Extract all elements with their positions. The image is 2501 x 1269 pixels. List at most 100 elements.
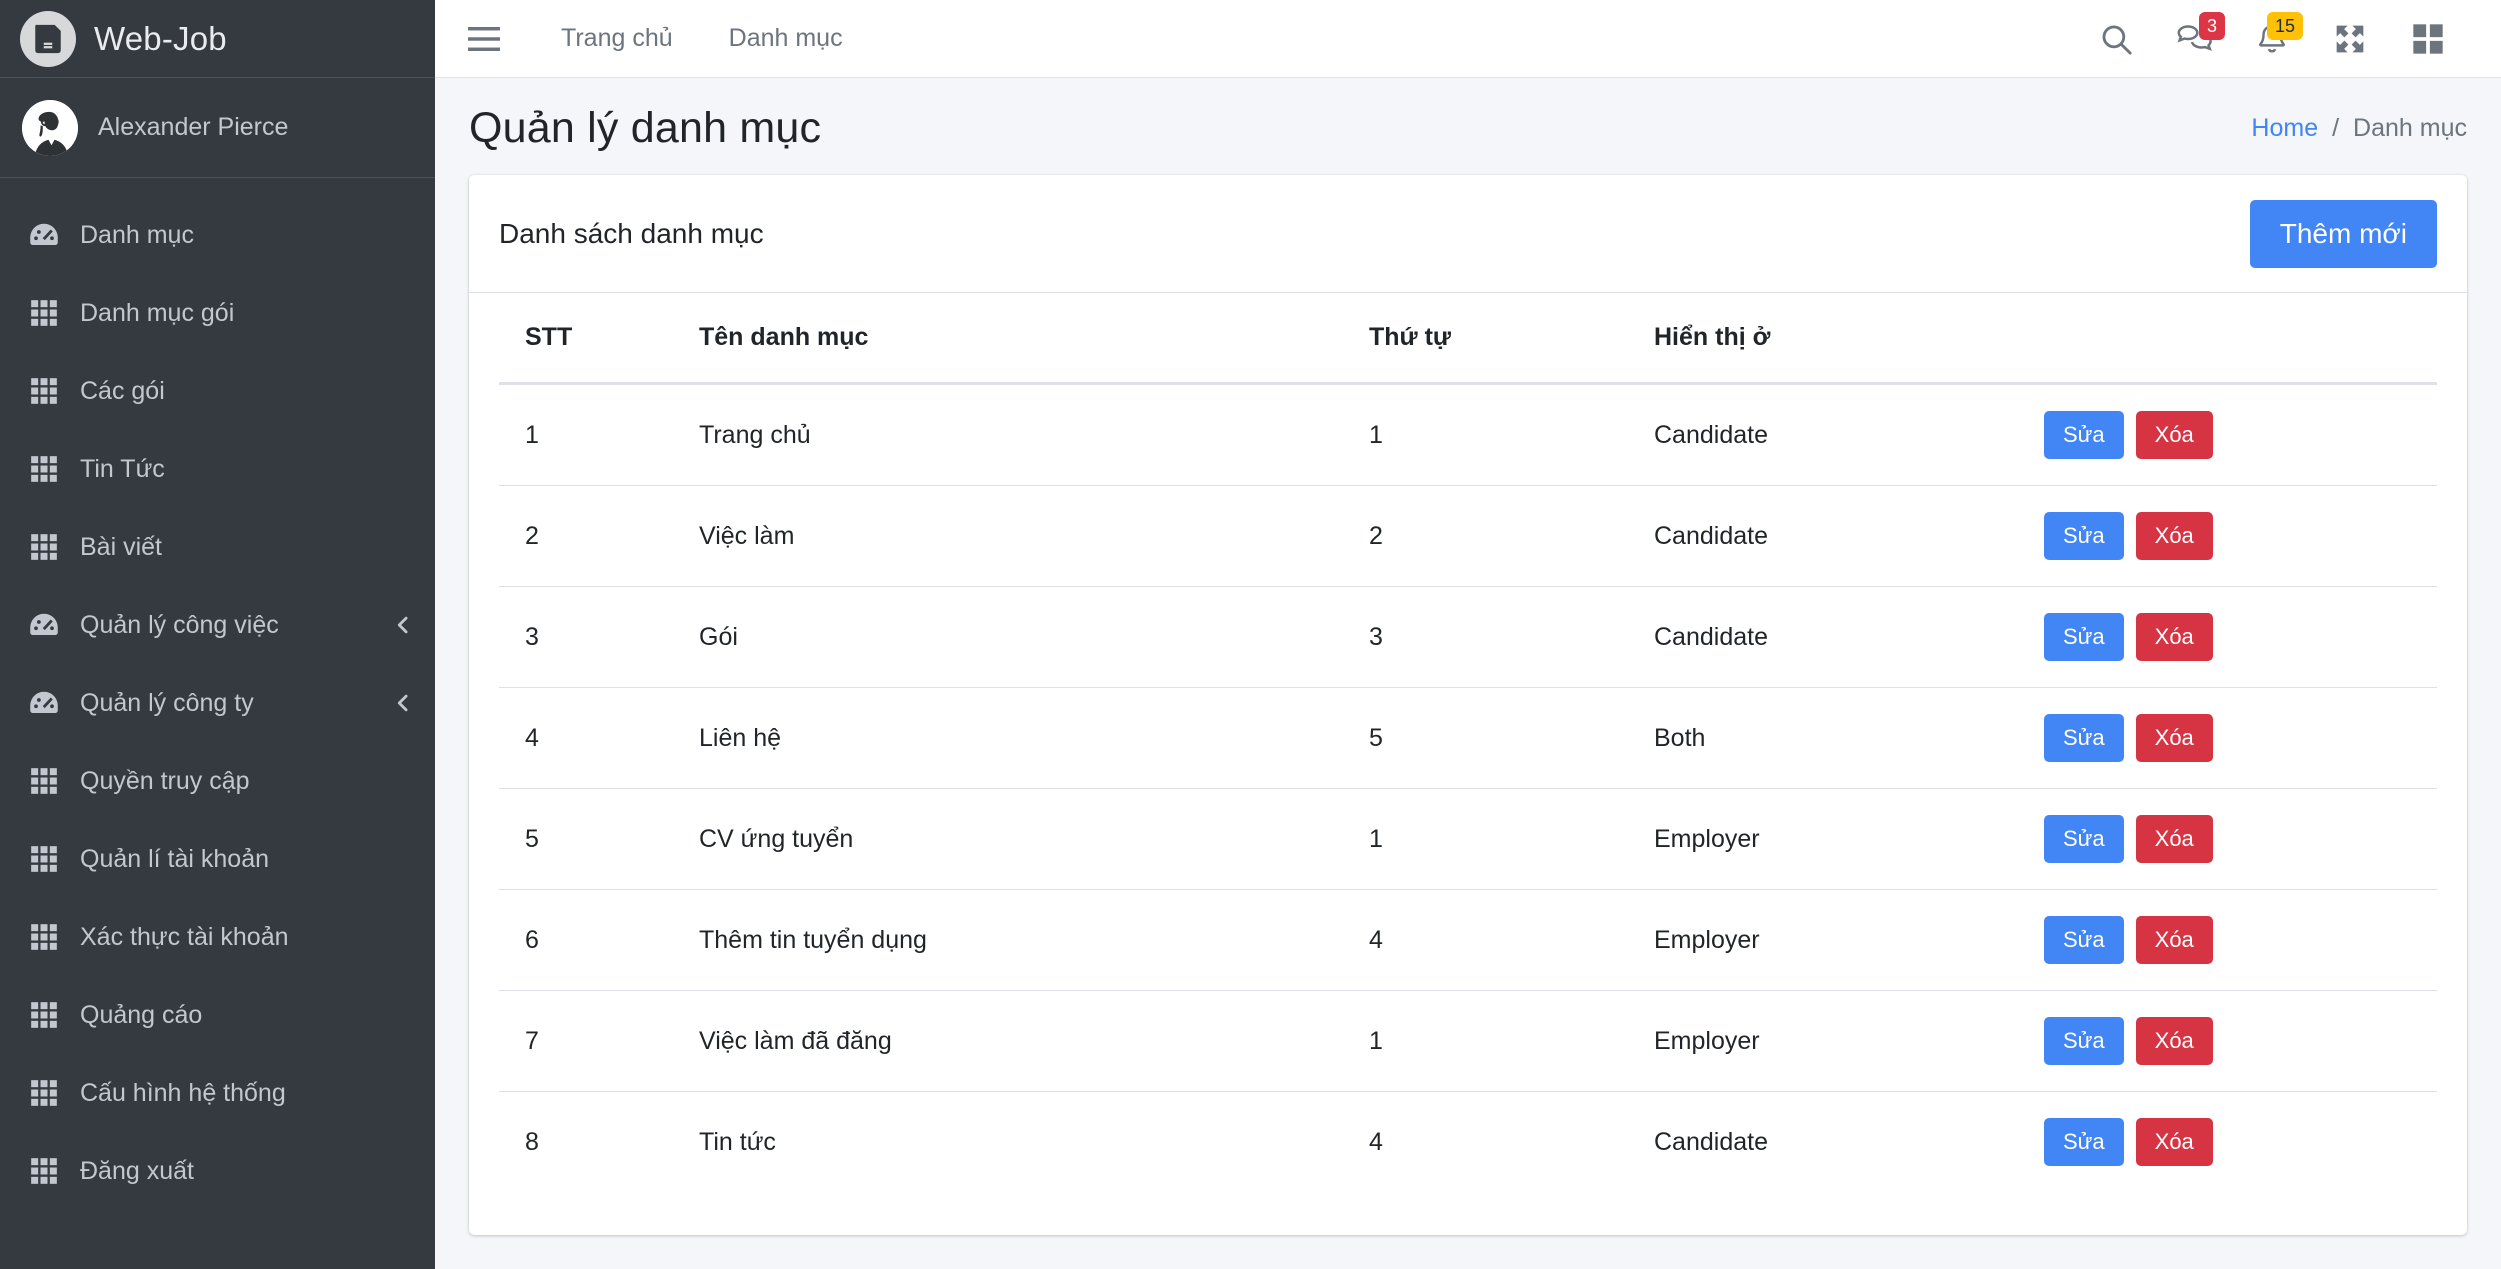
sidebar-item-dang-xuat[interactable]: Đăng xuất [0, 1132, 435, 1210]
row-actions: Sửa Xóa [2044, 512, 2437, 560]
row-actions: Sửa Xóa [2044, 916, 2437, 964]
row-actions: Sửa Xóa [2044, 815, 2437, 863]
column-header-name: Tên danh mục [699, 293, 1369, 385]
table-row: 2 Việc làm 2 Candidate Sửa Xóa [499, 485, 2437, 587]
delete-button[interactable]: Xóa [2135, 1118, 2213, 1166]
table-body: 1 Trang chủ 1 Candidate Sửa Xóa 2 Việc làm 2 Cand… [499, 384, 2437, 1192]
cell-order: 2 [1369, 485, 1654, 587]
breadcrumb: Home / Danh mục [2251, 114, 2467, 143]
sidebar-item-cau-hinh-he-thong[interactable]: Cấu hình hệ thống [0, 1054, 435, 1132]
sidebar: Web-Job Alexander Pierce Danh mục Danh m… [0, 0, 435, 1269]
cell-stt: 7 [499, 990, 699, 1092]
edit-button[interactable]: Sửa [2044, 714, 2124, 762]
expand-arrows-icon[interactable] [2311, 0, 2389, 78]
th-grid-icon [26, 299, 62, 327]
cell-show: Employer [1654, 788, 2044, 890]
cell-stt: 4 [499, 687, 699, 789]
cell-actions: Sửa Xóa [2044, 889, 2437, 991]
edit-button[interactable]: Sửa [2044, 613, 2124, 661]
content-header: Quản lý danh mục Home / Danh mục [435, 78, 2501, 175]
sidebar-item-label: Quản lý công ty [80, 688, 254, 717]
notifications-badge: 15 [2266, 11, 2303, 40]
sidebar-item-cac-goi[interactable]: Các gói [0, 352, 435, 430]
sidebar-item-quan-li-tai-khoan[interactable]: Quản lí tài khoản [0, 820, 435, 898]
cell-order: 4 [1369, 889, 1654, 991]
card-header: Danh sách danh mục Thêm mới [469, 175, 2467, 293]
cell-name: Trang chủ [699, 420, 811, 449]
th-grid-icon [26, 845, 62, 873]
edit-button[interactable]: Sửa [2044, 411, 2124, 459]
page-title: Quản lý danh mục [469, 104, 822, 152]
column-header-order: Thứ tự [1369, 293, 1654, 385]
delete-button[interactable]: Xóa [2135, 714, 2213, 762]
sidebar-item-label: Quyền truy cập [80, 766, 250, 795]
sidebar-item-quyen-truy-cap[interactable]: Quyền truy cập [0, 742, 435, 820]
cell-show: Both [1654, 687, 2044, 789]
cell-stt: 2 [499, 485, 699, 587]
search-icon[interactable] [2077, 0, 2155, 78]
row-actions: Sửa Xóa [2044, 1118, 2437, 1166]
cell-order: 1 [1369, 420, 1383, 449]
add-new-button[interactable]: Thêm mới [2249, 199, 2437, 268]
edit-button[interactable]: Sửa [2044, 916, 2124, 964]
delete-button[interactable]: Xóa [2135, 1017, 2213, 1065]
cell-name: Gói [699, 586, 1369, 688]
navbar-link-trang-chu[interactable]: Trang chủ [533, 24, 701, 53]
table-row: 6 Thêm tin tuyển dụng 4 Employer Sửa Xóa [499, 889, 2437, 991]
cell-order: 4 [1369, 1091, 1654, 1192]
edit-button[interactable]: Sửa [2044, 512, 2124, 560]
row-actions: Sửa Xóa [2044, 1017, 2437, 1065]
user-panel[interactable]: Alexander Pierce [0, 78, 435, 178]
chevron-left-icon[interactable] [393, 615, 413, 635]
cell-name: Tin tức [699, 1091, 1369, 1192]
sidebar-item-quan-ly-cong-viec[interactable]: Quản lý công việc [0, 586, 435, 664]
edit-button[interactable]: Sửa [2044, 1118, 2124, 1166]
sidebar-item-xac-thuc-tai-khoan[interactable]: Xác thực tài khoản [0, 898, 435, 976]
sidebar-item-quang-cao[interactable]: Quảng cáo [0, 976, 435, 1054]
delete-button[interactable]: Xóa [2135, 916, 2213, 964]
cell-stt: 6 [499, 889, 699, 991]
cell-show: Candidate [1654, 485, 2044, 587]
hamburger-icon[interactable] [463, 18, 505, 60]
cell-show: Employer [1654, 889, 2044, 991]
chevron-left-icon[interactable] [393, 693, 413, 713]
grid-blocks-icon[interactable] [2389, 0, 2467, 78]
cell-order: 5 [1369, 687, 1654, 789]
cell-name: Thêm tin tuyển dụng [699, 889, 1369, 991]
brand-link[interactable]: Web-Job [0, 0, 435, 78]
sidebar-item-bai-viet[interactable]: Bài viết [0, 508, 435, 586]
delete-button[interactable]: Xóa [2135, 512, 2213, 560]
cell-order: 3 [1369, 586, 1654, 688]
dashboard-icon [26, 220, 62, 250]
top-navbar: Trang chủ Danh mục 3 15 [435, 0, 2501, 78]
cell-actions: Sửa Xóa [2044, 586, 2437, 688]
breadcrumb-separator: / [2332, 114, 2340, 142]
edit-button[interactable]: Sửa [2044, 1017, 2124, 1065]
th-grid-icon [26, 533, 62, 561]
breadcrumb-home[interactable]: Home [2251, 114, 2318, 143]
bell-icon[interactable]: 15 [2233, 0, 2311, 78]
delete-button[interactable]: Xóa [2135, 411, 2213, 459]
sidebar-item-danh-muc-goi[interactable]: Danh mục gói [0, 274, 435, 352]
sidebar-item-label: Đăng xuất [80, 1156, 194, 1185]
avatar [22, 99, 78, 156]
cell-name: Liên hệ [699, 687, 1369, 789]
cell-show: Candidate [1654, 1091, 2044, 1192]
cell-show: Candidate [1654, 586, 2044, 688]
th-grid-icon [26, 377, 62, 405]
navbar-link-danh-muc[interactable]: Danh mục [701, 24, 871, 53]
sidebar-item-label: Tin Tức [80, 454, 165, 483]
delete-button[interactable]: Xóa [2135, 815, 2213, 863]
cell-stt: 3 [499, 586, 699, 688]
row-actions: Sửa Xóa [2044, 613, 2437, 661]
sidebar-item-tin-tuc[interactable]: Tin Tức [0, 430, 435, 508]
sidebar-item-quan-ly-cong-ty[interactable]: Quản lý công ty [0, 664, 435, 742]
sidebar-item-label: Danh mục [80, 220, 194, 249]
edit-button[interactable]: Sửa [2044, 815, 2124, 863]
th-grid-icon [26, 455, 62, 483]
sidebar-item-danh-muc[interactable]: Danh mục [0, 196, 435, 274]
table-row: 1 Trang chủ 1 Candidate Sửa Xóa [499, 384, 2437, 486]
comments-icon[interactable]: 3 [2155, 0, 2233, 78]
sidebar-item-label: Cấu hình hệ thống [80, 1078, 286, 1107]
delete-button[interactable]: Xóa [2135, 613, 2213, 661]
